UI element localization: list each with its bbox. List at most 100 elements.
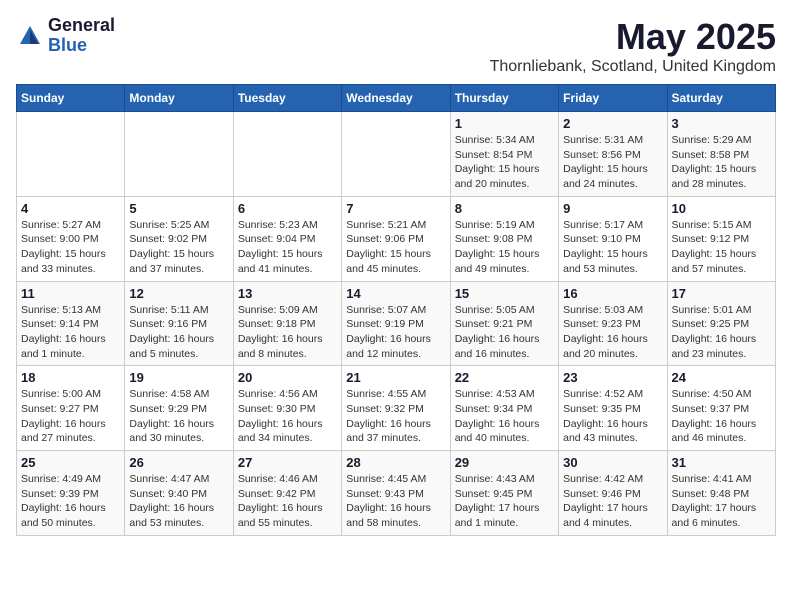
day-info: Sunrise: 5:05 AMSunset: 9:21 PMDaylight:… [455, 303, 554, 362]
logo-text: General Blue [48, 16, 115, 56]
day-number: 23 [563, 370, 662, 385]
day-info: Sunrise: 5:01 AMSunset: 9:25 PMDaylight:… [672, 303, 771, 362]
calendar-cell: 25 Sunrise: 4:49 AMSunset: 9:39 PMDayligh… [17, 451, 125, 536]
calendar-week-row: 11 Sunrise: 5:13 AMSunset: 9:14 PMDayligh… [17, 281, 776, 366]
day-info: Sunrise: 5:00 AMSunset: 9:27 PMDaylight:… [21, 387, 120, 446]
day-info: Sunrise: 5:07 AMSunset: 9:19 PMDaylight:… [346, 303, 445, 362]
day-info: Sunrise: 5:23 AMSunset: 9:04 PMDaylight:… [238, 218, 337, 277]
logo-general-label: General [48, 16, 115, 36]
calendar-cell: 21 Sunrise: 4:55 AMSunset: 9:32 PMDayligh… [342, 366, 450, 451]
day-number: 26 [129, 455, 228, 470]
logo-blue-label: Blue [48, 36, 115, 56]
calendar-cell: 9Sunrise: 5:17 AMSunset: 9:10 PMDaylight… [559, 196, 667, 281]
day-of-week-header: Tuesday [233, 85, 341, 112]
calendar-cell: 15 Sunrise: 5:05 AMSunset: 9:21 PMDayligh… [450, 281, 558, 366]
title-section: May 2025 Thornliebank, Scotland, United … [490, 16, 776, 76]
day-of-week-header: Saturday [667, 85, 775, 112]
day-of-week-header: Monday [125, 85, 233, 112]
days-of-week-row: SundayMondayTuesdayWednesdayThursdayFrid… [17, 85, 776, 112]
calendar-cell: 19Sunrise: 4:58 AMSunset: 9:29 PMDayligh… [125, 366, 233, 451]
day-info: Sunrise: 4:55 AMSunset: 9:32 PMDaylight:… [346, 387, 445, 446]
calendar-table: SundayMondayTuesdayWednesdayThursdayFrid… [16, 84, 776, 536]
day-number: 15 [455, 286, 554, 301]
day-number: 7 [346, 201, 445, 216]
day-of-week-header: Sunday [17, 85, 125, 112]
calendar-cell: 20Sunrise: 4:56 AMSunset: 9:30 PMDayligh… [233, 366, 341, 451]
day-info: Sunrise: 5:27 AMSunset: 9:00 PMDaylight:… [21, 218, 120, 277]
day-number: 28 [346, 455, 445, 470]
day-of-week-header: Friday [559, 85, 667, 112]
day-number: 27 [238, 455, 337, 470]
day-number: 22 [455, 370, 554, 385]
calendar-cell: 10Sunrise: 5:15 AMSunset: 9:12 PMDayligh… [667, 196, 775, 281]
day-number: 4 [21, 201, 120, 216]
calendar-cell: 26 Sunrise: 4:47 AMSunset: 9:40 PMDayligh… [125, 451, 233, 536]
day-info: Sunrise: 5:21 AMSunset: 9:06 PMDaylight:… [346, 218, 445, 277]
day-info: Sunrise: 5:13 AMSunset: 9:14 PMDaylight:… [21, 303, 120, 362]
day-number: 18 [21, 370, 120, 385]
day-info: Sunrise: 5:03 AMSunset: 9:23 PMDaylight:… [563, 303, 662, 362]
day-info: Sunrise: 4:50 AMSunset: 9:37 PMDaylight:… [672, 387, 771, 446]
calendar-cell: 14 Sunrise: 5:07 AMSunset: 9:19 PMDayligh… [342, 281, 450, 366]
calendar-cell [17, 112, 125, 197]
calendar-cell: 7 Sunrise: 5:21 AMSunset: 9:06 PMDaylight… [342, 196, 450, 281]
calendar-cell [233, 112, 341, 197]
calendar-cell: 2Sunrise: 5:31 AMSunset: 8:56 PMDaylight… [559, 112, 667, 197]
day-number: 31 [672, 455, 771, 470]
calendar-cell: 6 Sunrise: 5:23 AMSunset: 9:04 PMDaylight… [233, 196, 341, 281]
calendar-week-row: 25 Sunrise: 4:49 AMSunset: 9:39 PMDayligh… [17, 451, 776, 536]
day-number: 10 [672, 201, 771, 216]
day-number: 16 [563, 286, 662, 301]
header: General Blue May 2025 Thornliebank, Scot… [16, 16, 776, 76]
day-number: 11 [21, 286, 120, 301]
day-number: 20 [238, 370, 337, 385]
day-number: 25 [21, 455, 120, 470]
calendar-cell: 28Sunrise: 4:45 AMSunset: 9:43 PMDayligh… [342, 451, 450, 536]
day-number: 8 [455, 201, 554, 216]
day-number: 13 [238, 286, 337, 301]
day-of-week-header: Thursday [450, 85, 558, 112]
calendar-title: May 2025 [490, 16, 776, 58]
calendar-cell: 11 Sunrise: 5:13 AMSunset: 9:14 PMDayligh… [17, 281, 125, 366]
day-info: Sunrise: 4:41 AMSunset: 9:48 PMDaylight:… [672, 472, 771, 531]
day-number: 5 [129, 201, 228, 216]
calendar-cell: 24 Sunrise: 4:50 AMSunset: 9:37 PMDayligh… [667, 366, 775, 451]
day-info: Sunrise: 4:47 AMSunset: 9:40 PMDaylight:… [129, 472, 228, 531]
day-number: 30 [563, 455, 662, 470]
day-info: Sunrise: 5:34 AMSunset: 8:54 PMDaylight:… [455, 133, 554, 192]
day-info: Sunrise: 4:53 AMSunset: 9:34 PMDaylight:… [455, 387, 554, 446]
day-number: 14 [346, 286, 445, 301]
calendar-cell [125, 112, 233, 197]
day-number: 1 [455, 116, 554, 131]
calendar-cell: 29Sunrise: 4:43 AMSunset: 9:45 PMDayligh… [450, 451, 558, 536]
day-number: 6 [238, 201, 337, 216]
day-of-week-header: Wednesday [342, 85, 450, 112]
day-info: Sunrise: 4:52 AMSunset: 9:35 PMDaylight:… [563, 387, 662, 446]
logo: General Blue [16, 16, 115, 56]
calendar-week-row: 4 Sunrise: 5:27 AMSunset: 9:00 PMDaylight… [17, 196, 776, 281]
calendar-cell [342, 112, 450, 197]
logo-icon [16, 22, 44, 50]
calendar-cell: 23 Sunrise: 4:52 AMSunset: 9:35 PMDayligh… [559, 366, 667, 451]
day-info: Sunrise: 5:11 AMSunset: 9:16 PMDaylight:… [129, 303, 228, 362]
day-info: Sunrise: 4:43 AMSunset: 9:45 PMDaylight:… [455, 472, 554, 531]
day-number: 3 [672, 116, 771, 131]
day-info: Sunrise: 5:31 AMSunset: 8:56 PMDaylight:… [563, 133, 662, 192]
calendar-cell: 22 Sunrise: 4:53 AMSunset: 9:34 PMDayligh… [450, 366, 558, 451]
calendar-cell: 17Sunrise: 5:01 AMSunset: 9:25 PMDayligh… [667, 281, 775, 366]
calendar-cell: 27 Sunrise: 4:46 AMSunset: 9:42 PMDayligh… [233, 451, 341, 536]
day-info: Sunrise: 5:09 AMSunset: 9:18 PMDaylight:… [238, 303, 337, 362]
day-info: Sunrise: 4:42 AMSunset: 9:46 PMDaylight:… [563, 472, 662, 531]
calendar-cell: 30 Sunrise: 4:42 AMSunset: 9:46 PMDayligh… [559, 451, 667, 536]
day-info: Sunrise: 4:46 AMSunset: 9:42 PMDaylight:… [238, 472, 337, 531]
calendar-cell: 16 Sunrise: 5:03 AMSunset: 9:23 PMDayligh… [559, 281, 667, 366]
day-info: Sunrise: 4:49 AMSunset: 9:39 PMDaylight:… [21, 472, 120, 531]
calendar-cell: 18 Sunrise: 5:00 AMSunset: 9:27 PMDayligh… [17, 366, 125, 451]
day-number: 21 [346, 370, 445, 385]
calendar-cell: 31 Sunrise: 4:41 AMSunset: 9:48 PMDayligh… [667, 451, 775, 536]
day-number: 24 [672, 370, 771, 385]
day-info: Sunrise: 5:25 AMSunset: 9:02 PMDaylight:… [129, 218, 228, 277]
calendar-subtitle: Thornliebank, Scotland, United Kingdom [490, 58, 776, 76]
day-number: 19 [129, 370, 228, 385]
calendar-cell: 12Sunrise: 5:11 AMSunset: 9:16 PMDayligh… [125, 281, 233, 366]
